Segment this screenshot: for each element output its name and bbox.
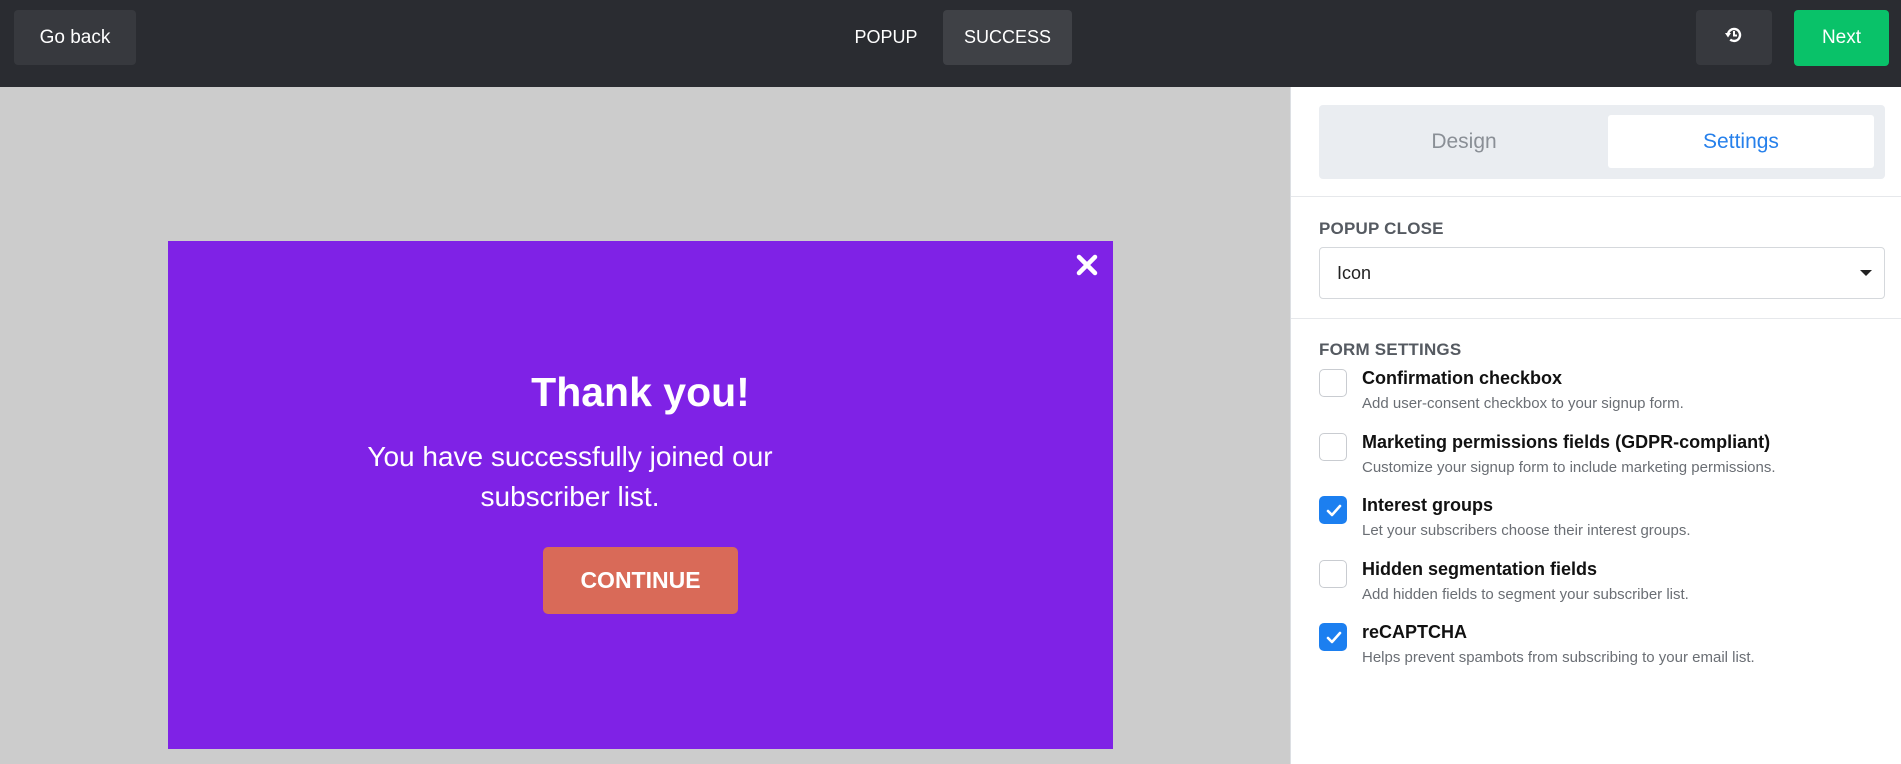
close-icon[interactable] [1075, 253, 1099, 277]
tab-settings[interactable]: Settings [1608, 115, 1874, 168]
success-popup: Thank you! You have successfully joined … [168, 241, 1113, 749]
checkbox-interest-groups[interactable] [1319, 496, 1347, 524]
check-icon [1326, 504, 1342, 517]
form-settings-label: FORM SETTINGS [1319, 340, 1462, 359]
tab-popup[interactable]: POPUP [843, 10, 929, 65]
next-button[interactable]: Next [1794, 10, 1889, 66]
history-button[interactable] [1696, 10, 1772, 65]
popup-close-label: POPUP CLOSE [1319, 219, 1444, 238]
caret-down-icon [1860, 270, 1872, 276]
option-confirmation-checkbox: Confirmation checkbox Add user-consent c… [1319, 368, 1879, 424]
popup-close-select[interactable]: Icon [1319, 247, 1885, 299]
checkbox-recaptcha[interactable] [1319, 623, 1347, 651]
divider [1291, 196, 1901, 197]
go-back-button[interactable]: Go back [14, 10, 136, 65]
sidebar-tabs: Design Settings [1319, 105, 1885, 179]
option-title: Confirmation checkbox [1362, 368, 1563, 388]
popup-title: Thank you! [531, 369, 750, 415]
checkbox-hidden-segmentation[interactable] [1319, 560, 1347, 588]
option-description: Add hidden fields to segment your subscr… [1362, 586, 1689, 603]
tab-design[interactable]: Design [1329, 115, 1599, 168]
option-description: Helps prevent spambots from subscribing … [1362, 649, 1755, 666]
option-interest-groups: Interest groups Let your subscribers cho… [1319, 495, 1879, 551]
popup-message: You have successfully joined our subscri… [367, 441, 773, 512]
history-icon [1724, 25, 1744, 50]
option-title: reCAPTCHA [1362, 622, 1468, 642]
settings-sidebar: Design Settings POPUP CLOSE Icon FORM SE… [1290, 87, 1901, 764]
option-description: Let your subscribers choose their intere… [1362, 522, 1691, 539]
continue-button[interactable]: CONTINUE [543, 547, 738, 614]
divider [1291, 318, 1901, 319]
option-title: Interest groups [1362, 495, 1494, 515]
top-toolbar: Go back POPUP SUCCESS Next [0, 0, 1901, 87]
popup-close-value: Icon [1337, 263, 1372, 283]
option-hidden-segmentation: Hidden segmentation fields Add hidden fi… [1319, 559, 1879, 615]
option-description: Add user-consent checkbox to your signup… [1362, 395, 1684, 412]
check-icon [1326, 631, 1342, 644]
option-marketing-permissions: Marketing permissions fields (GDPR-compl… [1319, 432, 1879, 488]
tab-success[interactable]: SUCCESS [943, 10, 1072, 65]
checkbox-marketing-permissions[interactable] [1319, 433, 1347, 461]
checkbox-confirmation[interactable] [1319, 369, 1347, 397]
option-recaptcha: reCAPTCHA Helps prevent spambots from su… [1319, 622, 1879, 678]
preview-canvas: Thank you! You have successfully joined … [0, 87, 1290, 764]
option-title: Marketing permissions fields (GDPR-compl… [1362, 432, 1771, 452]
option-title: Hidden segmentation fields [1362, 559, 1598, 579]
option-description: Customize your signup form to include ma… [1362, 459, 1776, 476]
